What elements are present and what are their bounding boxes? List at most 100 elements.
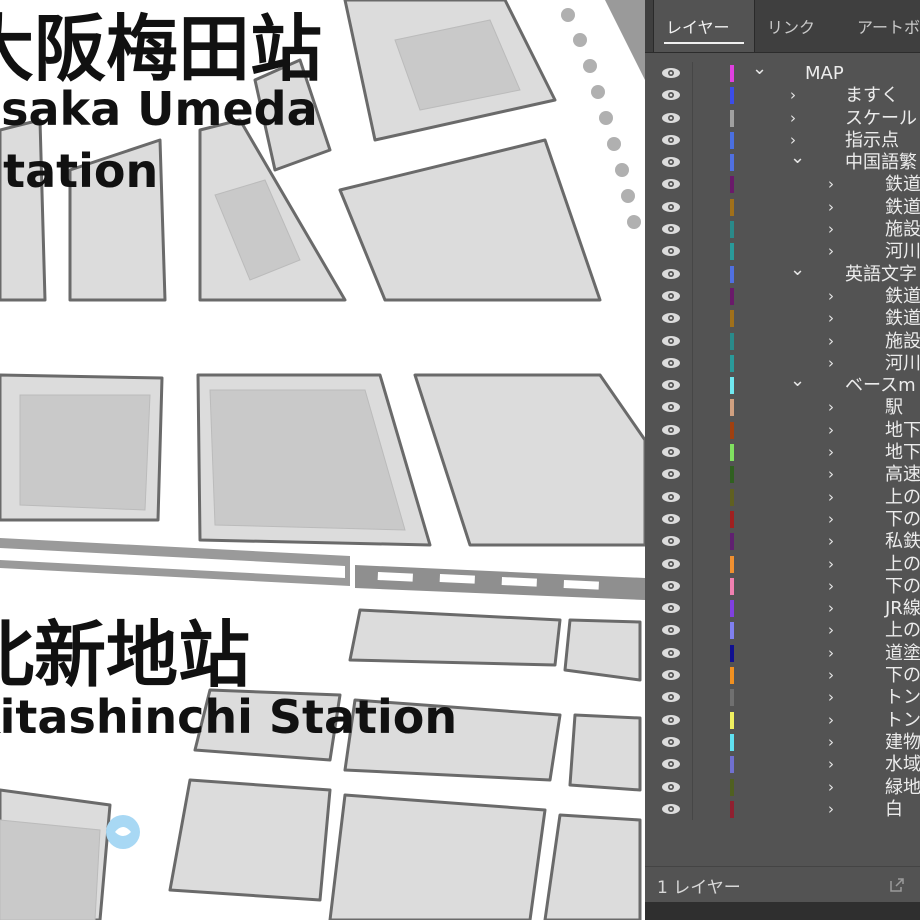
chevron-right-icon[interactable]: › [828, 711, 834, 729]
visibility-eye-icon[interactable] [661, 781, 681, 793]
chevron-right-icon[interactable]: › [828, 599, 834, 617]
layer-row[interactable]: ⌄ MAP [645, 58, 920, 85]
layer-row[interactable]: › トン [645, 708, 920, 731]
chevron-right-icon[interactable]: › [828, 242, 834, 260]
visibility-eye-icon[interactable] [661, 446, 681, 458]
layer-row[interactable]: › 鉄道 [645, 195, 920, 219]
layer-row[interactable]: › 鉄道 [645, 307, 920, 330]
layer-row[interactable]: › 鉄道 [645, 284, 920, 308]
chevron-right-icon[interactable]: › [828, 198, 834, 216]
layer-row[interactable]: › 道塗 [645, 641, 920, 665]
layer-row[interactable]: › 建物 [645, 730, 920, 754]
layer-row[interactable]: › ますく [645, 84, 920, 107]
visibility-eye-icon[interactable] [661, 223, 681, 235]
visibility-eye-icon[interactable] [661, 468, 681, 480]
visibility-eye-icon[interactable] [661, 67, 681, 79]
visibility-eye-icon[interactable] [661, 134, 681, 146]
layer-row[interactable]: › 下の [645, 664, 920, 687]
visibility-eye-icon[interactable] [661, 268, 681, 280]
layer-row[interactable]: › 下の [645, 574, 920, 598]
layer-row[interactable]: › 地下 [645, 441, 920, 464]
chevron-right-icon[interactable]: › [828, 778, 834, 796]
layer-row[interactable]: › 白 [645, 797, 920, 821]
visibility-eye-icon[interactable] [661, 535, 681, 547]
chevron-down-icon[interactable]: ⌄ [790, 370, 805, 391]
visibility-eye-icon[interactable] [661, 691, 681, 703]
layer-row[interactable]: › 下の [645, 507, 920, 531]
visibility-eye-icon[interactable] [661, 290, 681, 302]
chevron-right-icon[interactable]: › [828, 175, 834, 193]
layer-row[interactable]: › 指示点 [645, 128, 920, 152]
visibility-eye-icon[interactable] [661, 201, 681, 213]
chevron-right-icon[interactable]: › [828, 532, 834, 550]
layer-row[interactable]: ⌄ 英語文字 [645, 259, 920, 285]
layer-row[interactable]: › 施設 [645, 218, 920, 241]
layer-row[interactable]: › 河川 [645, 351, 920, 375]
visibility-eye-icon[interactable] [661, 401, 681, 413]
chevron-right-icon[interactable]: › [790, 131, 796, 149]
visibility-eye-icon[interactable] [661, 312, 681, 324]
layer-row[interactable]: › JR線 [645, 597, 920, 620]
chevron-right-icon[interactable]: › [790, 86, 796, 104]
chevron-right-icon[interactable]: › [828, 398, 834, 416]
chevron-right-icon[interactable]: › [828, 577, 834, 595]
chevron-right-icon[interactable]: › [828, 287, 834, 305]
chevron-right-icon[interactable]: › [828, 354, 834, 372]
chevron-right-icon[interactable]: › [828, 309, 834, 327]
layer-row[interactable]: › 地下 [645, 418, 920, 442]
chevron-right-icon[interactable]: › [828, 644, 834, 662]
layer-row[interactable]: › 鉄道 [645, 173, 920, 196]
visibility-eye-icon[interactable] [661, 424, 681, 436]
tab-links[interactable]: リンク [755, 0, 845, 52]
layer-row[interactable]: › 施設 [645, 329, 920, 352]
visibility-eye-icon[interactable] [661, 714, 681, 726]
visibility-eye-icon[interactable] [661, 112, 681, 124]
visibility-eye-icon[interactable] [661, 357, 681, 369]
chevron-right-icon[interactable]: › [828, 421, 834, 439]
visibility-eye-icon[interactable] [661, 513, 681, 525]
tab-layers[interactable]: レイヤー [653, 0, 755, 52]
chevron-right-icon[interactable]: › [828, 755, 834, 773]
layer-row[interactable]: › 私鉄 [645, 530, 920, 553]
layer-row[interactable]: ⌄ ベースm [645, 370, 920, 397]
chevron-down-icon[interactable]: ⌄ [790, 259, 805, 280]
visibility-eye-icon[interactable] [661, 558, 681, 570]
visibility-eye-icon[interactable] [661, 156, 681, 168]
visibility-eye-icon[interactable] [661, 379, 681, 391]
visibility-eye-icon[interactable] [661, 178, 681, 190]
visibility-eye-icon[interactable] [661, 602, 681, 614]
layer-row[interactable]: › 上の [645, 485, 920, 508]
layer-row[interactable]: › 高速 [645, 463, 920, 486]
visibility-eye-icon[interactable] [661, 624, 681, 636]
layer-row[interactable]: › 河川 [645, 240, 920, 263]
tab-artboards[interactable]: アートボ [845, 0, 920, 52]
visibility-eye-icon[interactable] [661, 669, 681, 681]
chevron-down-icon[interactable]: ⌄ [752, 58, 767, 79]
chevron-right-icon[interactable]: › [828, 465, 834, 483]
layer-row[interactable]: › トン [645, 686, 920, 709]
visibility-eye-icon[interactable] [661, 580, 681, 592]
visibility-eye-icon[interactable] [661, 736, 681, 748]
visibility-eye-icon[interactable] [661, 245, 681, 257]
visibility-eye-icon[interactable] [661, 758, 681, 770]
chevron-right-icon[interactable]: › [828, 332, 834, 350]
chevron-right-icon[interactable]: › [828, 666, 834, 684]
chevron-right-icon[interactable]: › [790, 109, 796, 127]
export-icon[interactable] [889, 877, 905, 893]
layer-row[interactable]: › 緑地 [645, 775, 920, 798]
chevron-right-icon[interactable]: › [828, 733, 834, 751]
chevron-right-icon[interactable]: › [828, 800, 834, 818]
layer-row[interactable]: › 上の [645, 619, 920, 642]
chevron-down-icon[interactable]: ⌄ [790, 147, 805, 168]
chevron-right-icon[interactable]: › [828, 621, 834, 639]
layer-row[interactable]: ⌄ 中国語繁 [645, 147, 920, 174]
chevron-right-icon[interactable]: › [828, 688, 834, 706]
chevron-right-icon[interactable]: › [828, 220, 834, 238]
layer-row[interactable]: › 水域 [645, 753, 920, 776]
chevron-right-icon[interactable]: › [828, 488, 834, 506]
layer-row[interactable]: › スケール [645, 106, 920, 129]
visibility-eye-icon[interactable] [661, 803, 681, 815]
layer-row[interactable]: › 上の [645, 552, 920, 575]
chevron-right-icon[interactable]: › [828, 510, 834, 528]
chevron-right-icon[interactable]: › [828, 555, 834, 573]
